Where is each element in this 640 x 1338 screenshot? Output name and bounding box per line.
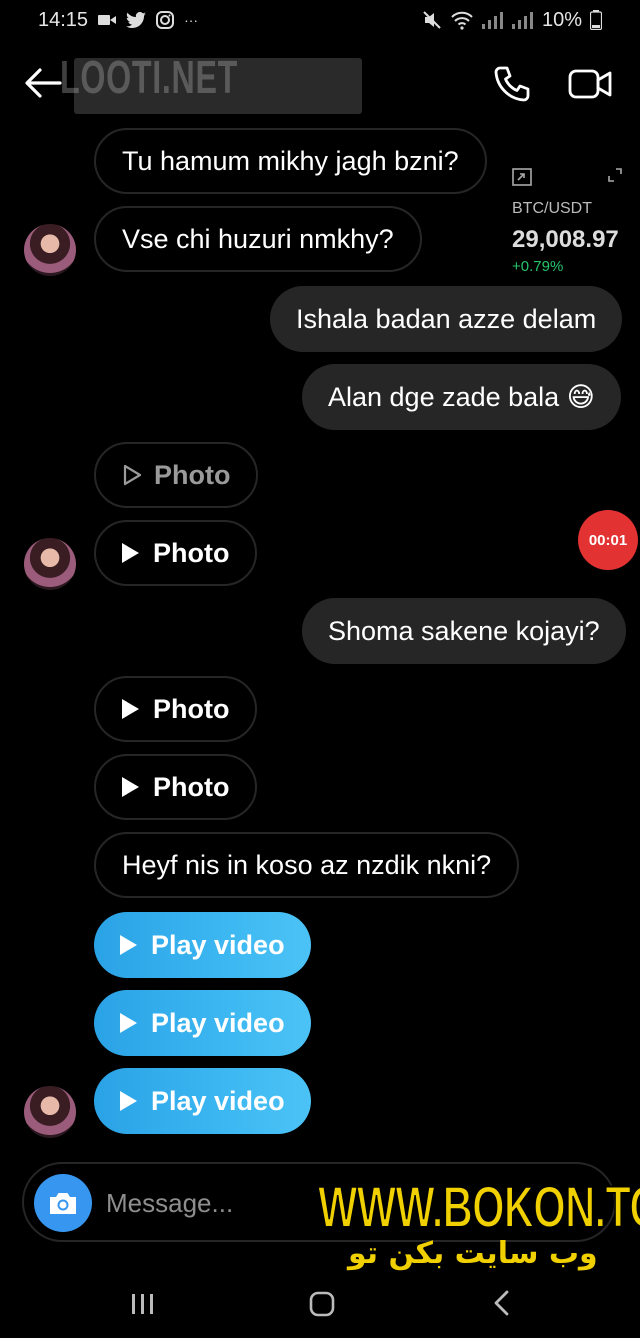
voice-call-button[interactable]: [490, 62, 534, 106]
mute-icon: [423, 11, 441, 29]
recent-apps-button[interactable]: [128, 1290, 158, 1318]
more-notifications: ···: [184, 12, 199, 28]
message-text: Shoma sakene kojayi?: [328, 615, 600, 646]
message-text: Photo: [153, 537, 230, 568]
message-text: Vse chi huzuri nmkhy?: [122, 223, 394, 254]
play-icon: [120, 1013, 137, 1033]
recent-apps-icon: [132, 1294, 153, 1314]
message-text: Play video: [151, 929, 285, 960]
bottom-watermark-persian: وب سایت بکن تو: [348, 1236, 598, 1271]
photo-message[interactable]: Photo: [94, 676, 258, 742]
contact-avatar[interactable]: [24, 224, 76, 276]
home-icon: [309, 1291, 335, 1317]
crypto-price: 29,008.97: [512, 226, 619, 253]
battery-percent: 10%: [541, 8, 582, 31]
expand-icon: [608, 168, 622, 182]
message-text: Alan dge zade bala 😅: [328, 381, 595, 412]
top-watermark: LOOTI.NET: [60, 51, 239, 103]
crypto-pair: BTC/USDT: [512, 200, 592, 217]
bottom-watermark-url: WWW.BOKON.TO: [317, 1174, 640, 1241]
message-outgoing[interactable]: Ishala badan azze delam: [270, 286, 623, 352]
wifi-icon: [451, 11, 473, 30]
play-icon: [122, 777, 139, 797]
message-text: Ishala badan azze delam: [296, 303, 597, 334]
system-navigation-bar: [0, 1270, 640, 1338]
video-notification-icon: [98, 15, 117, 25]
signal-icon-2: [511, 12, 533, 29]
message-text: Play video: [151, 1085, 285, 1116]
message-text: Photo: [153, 771, 230, 802]
video-message[interactable]: Play video: [94, 1068, 311, 1134]
video-message[interactable]: Play video: [94, 990, 311, 1056]
play-icon: [122, 699, 139, 719]
play-icon: [120, 1091, 137, 1111]
chevron-left-icon: [494, 1290, 509, 1316]
message-text: Play video: [151, 1007, 285, 1038]
message-incoming[interactable]: Vse chi huzuri nmkhy?: [94, 206, 422, 272]
system-back-button[interactable]: [490, 1288, 514, 1318]
recording-timer[interactable]: 00:01: [578, 510, 638, 570]
crypto-change: +0.79%: [512, 258, 564, 275]
status-time: 14:15: [38, 8, 89, 31]
arrow-left-icon: [25, 68, 62, 98]
contact-avatar[interactable]: [24, 538, 76, 590]
message-text: Heyf nis in koso az nzdik nkni?: [122, 849, 492, 880]
message-incoming[interactable]: Heyf nis in koso az nzdik nkni?: [94, 832, 520, 898]
contact-avatar[interactable]: [24, 1086, 76, 1138]
photo-message[interactable]: Photo: [94, 754, 258, 820]
external-link-icon: [512, 168, 532, 186]
home-button[interactable]: [308, 1290, 336, 1318]
video-camera-icon: [568, 69, 612, 99]
play-icon: [120, 935, 137, 955]
status-left: 14:15 ···: [38, 9, 198, 32]
message-incoming[interactable]: Tu hamum mikhy jagh bzni?: [94, 128, 487, 194]
video-call-button[interactable]: [566, 62, 614, 106]
chat-header: LOOTI.NET: [0, 48, 640, 118]
play-outline-icon: [123, 464, 142, 486]
camera-button[interactable]: [34, 1174, 92, 1232]
photo-message-viewed[interactable]: Photo: [94, 442, 259, 508]
twitter-icon: [126, 12, 147, 28]
camera-icon: [50, 1193, 76, 1214]
photo-message[interactable]: Photo: [94, 520, 258, 586]
message-text: Tu hamum mikhy jagh bzni?: [122, 145, 459, 176]
message-outgoing[interactable]: Shoma sakene kojayi?: [302, 598, 626, 664]
status-bar: 14:15 ··· 10%: [0, 0, 640, 40]
instagram-icon: [156, 11, 175, 29]
message-text: Photo: [154, 459, 231, 490]
message-outgoing[interactable]: Alan dge zade bala 😅: [302, 364, 621, 430]
signal-icon: [481, 12, 503, 29]
play-icon: [122, 543, 139, 563]
message-text: Photo: [153, 693, 230, 724]
video-message[interactable]: Play video: [94, 912, 311, 978]
crypto-ticker-widget[interactable]: BTC/USDT 29,008.97 +0.79%: [500, 160, 640, 285]
back-button[interactable]: [22, 62, 64, 104]
status-right: 10%: [422, 9, 602, 32]
battery-icon: [590, 10, 602, 30]
phone-icon: [494, 66, 530, 102]
